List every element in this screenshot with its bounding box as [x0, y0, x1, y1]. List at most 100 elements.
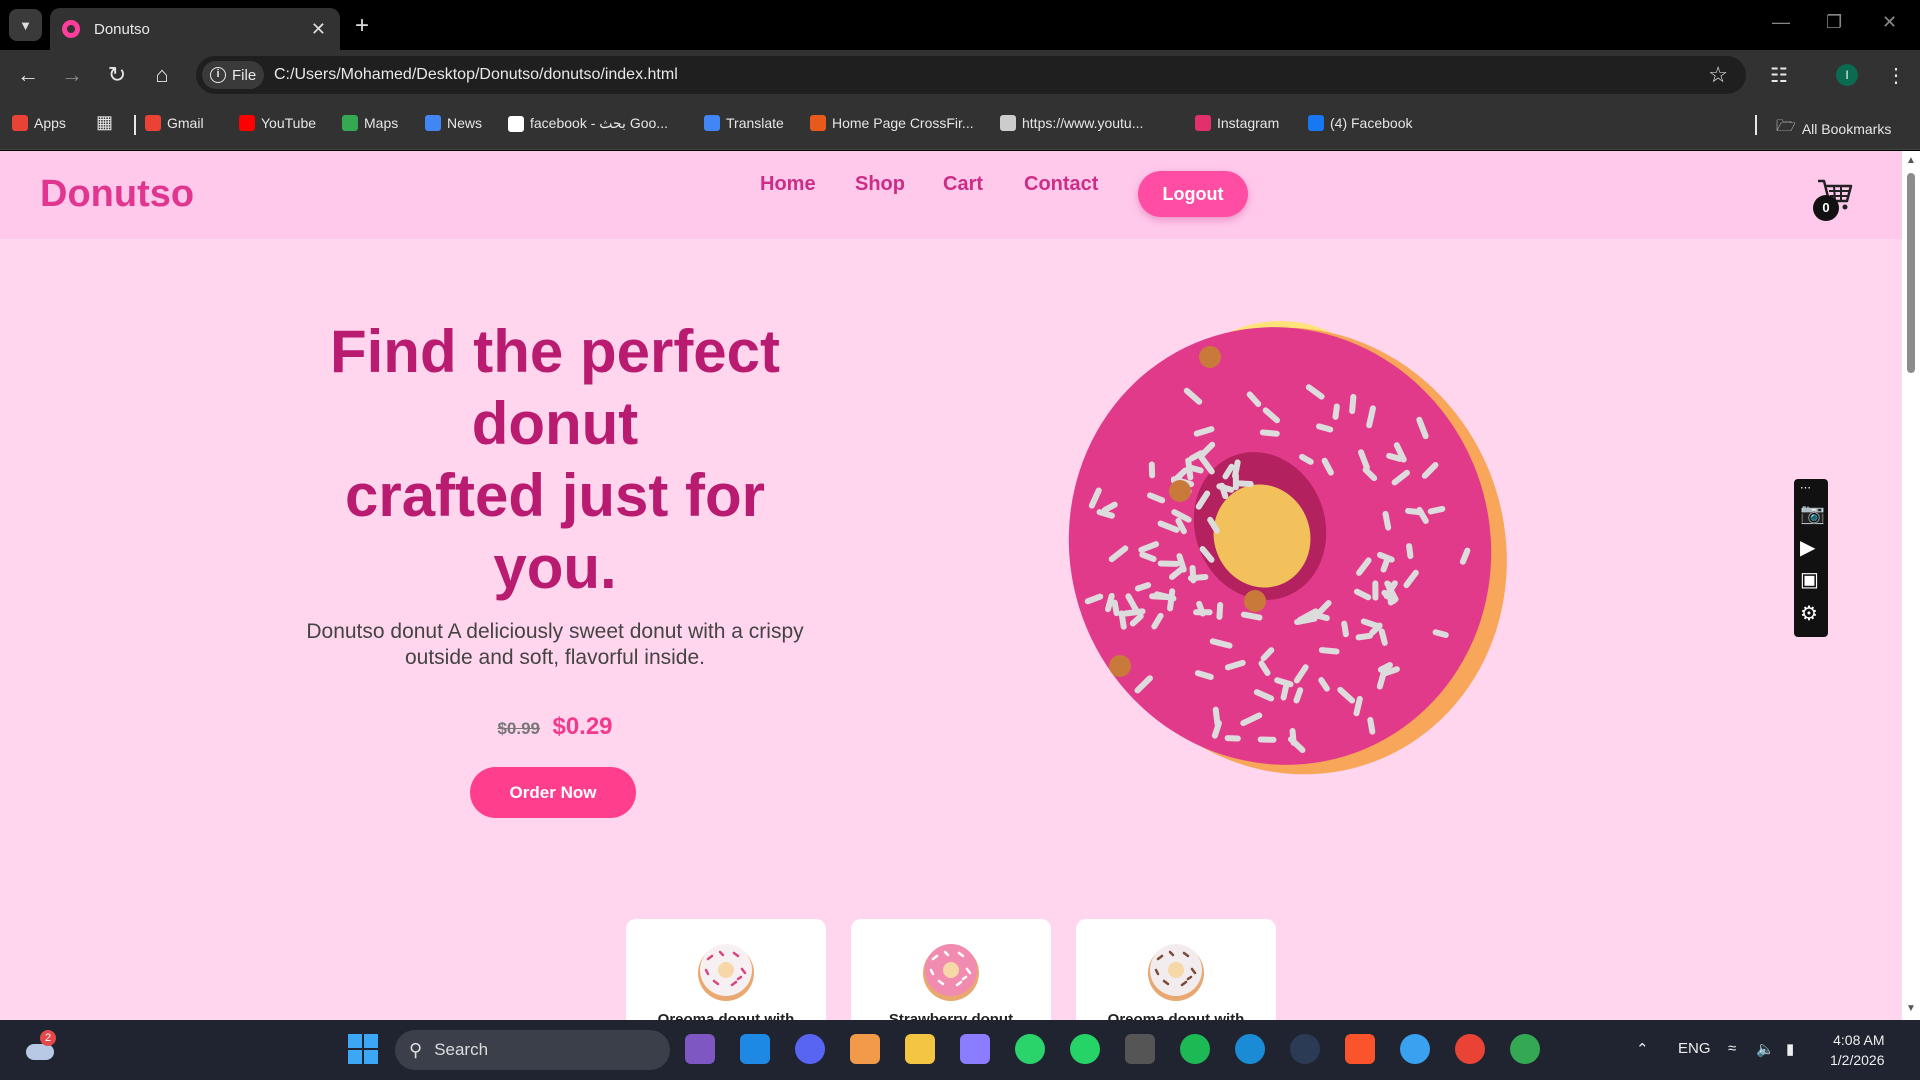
bookmark-item[interactable]: Apps: [12, 115, 66, 131]
more-options-icon[interactable]: ⋯: [1800, 481, 1811, 494]
windows-start-icon[interactable]: [348, 1034, 378, 1064]
minimize-icon[interactable]: —: [1772, 12, 1790, 33]
restore-icon[interactable]: ❐: [1826, 12, 1842, 33]
game-app-icon[interactable]: [1125, 1034, 1155, 1064]
vscode-icon[interactable]: [740, 1034, 770, 1064]
bookmark-item[interactable]: Maps: [342, 115, 398, 131]
spotify-icon[interactable]: [1180, 1034, 1210, 1064]
bookmark-item[interactable]: Gmail: [145, 115, 204, 131]
file-explorer-icon[interactable]: [905, 1034, 935, 1064]
language-indicator[interactable]: ENG: [1678, 1040, 1711, 1057]
bookmark-item[interactable]: Instagram: [1195, 115, 1279, 131]
home-icon[interactable]: ⌂: [148, 62, 176, 88]
bookmark-label: Apps: [34, 115, 66, 131]
bookmark-item[interactable]: YouTube: [239, 115, 316, 131]
sprinkle: [1459, 547, 1471, 565]
settings-gear-icon[interactable]: ⚙: [1800, 601, 1818, 626]
site-info-chip[interactable]: i File: [202, 61, 265, 89]
sprinkle: [1134, 582, 1152, 592]
back-icon[interactable]: ←: [14, 62, 42, 88]
menu-icon[interactable]: ⋮: [1886, 63, 1906, 88]
nav-contact[interactable]: Contact: [1024, 173, 1098, 196]
tab-groups-icon[interactable]: ▦: [96, 112, 113, 133]
product-card[interactable]: Strawberry donut: [851, 919, 1051, 1020]
sprinkle: [1386, 452, 1404, 462]
profile-avatar[interactable]: I: [1836, 64, 1858, 86]
bookmark-favicon-icon: [425, 115, 441, 131]
new-tab-icon[interactable]: +: [355, 12, 369, 40]
messenger-icon[interactable]: [1400, 1034, 1430, 1064]
nav-cart[interactable]: Cart: [943, 173, 983, 196]
site-header: Donutso Home Shop Cart Contact Logout 0: [0, 151, 1902, 239]
razer-icon[interactable]: [1015, 1034, 1045, 1064]
scroll-down-icon[interactable]: ▼: [1906, 1003, 1916, 1014]
close-window-icon[interactable]: ✕: [1882, 12, 1897, 33]
logout-button[interactable]: Logout: [1138, 171, 1248, 217]
video-camera-icon[interactable]: ▶: [1800, 535, 1815, 560]
hero-title-line: crafted just for: [344, 462, 766, 529]
battery-icon[interactable]: ▮: [1786, 1040, 1794, 1058]
chrome-profile-icon[interactable]: [1510, 1034, 1540, 1064]
bookmark-item[interactable]: Home Page CrossFir...: [810, 115, 974, 131]
sprinkle: [1189, 564, 1197, 584]
bookmarks-bar: Apps Gmail YouTube Maps News facebook - بحث G…: [0, 100, 1920, 150]
volume-icon[interactable]: 🔈: [1756, 1040, 1775, 1058]
scroll-thumb[interactable]: [1907, 173, 1915, 373]
bookmark-favicon-icon: [145, 115, 161, 131]
discord-icon[interactable]: [795, 1034, 825, 1064]
sprinkle: [1194, 670, 1214, 681]
weather-icon[interactable]: 2: [24, 1030, 58, 1064]
clock[interactable]: 4:08 AM 1/2/2026: [1830, 1030, 1885, 1070]
product-card[interactable]: Oreoma donut with: [1076, 919, 1276, 1020]
forward-icon[interactable]: →: [58, 62, 86, 88]
visual-studio-icon[interactable]: [685, 1034, 715, 1064]
edge-icon[interactable]: [1235, 1034, 1265, 1064]
bookmark-label: Translate: [726, 115, 784, 131]
bookmark-star-icon[interactable]: ☆: [1708, 62, 1728, 88]
bookmark-item[interactable]: facebook - بحث Goo...: [508, 115, 668, 132]
order-now-button[interactable]: Order Now: [470, 767, 636, 818]
bookmark-favicon-icon: [342, 115, 358, 131]
taskbar-search[interactable]: ⚲ Search: [395, 1030, 670, 1070]
hero-title-line: you.: [493, 534, 617, 601]
copilot-icon[interactable]: [850, 1034, 880, 1064]
wifi-icon[interactable]: ≈: [1728, 1040, 1736, 1057]
scroll-up-icon[interactable]: ▲: [1906, 155, 1916, 166]
chrome-icon[interactable]: [1455, 1034, 1485, 1064]
sprinkle: [1259, 429, 1280, 437]
brave-icon[interactable]: [1345, 1034, 1375, 1064]
all-bookmarks[interactable]: 🗁 All Bookmarks: [1776, 115, 1891, 142]
bookmark-label: (4) Facebook: [1330, 115, 1413, 131]
site-logo[interactable]: Donutso: [40, 173, 194, 216]
sprinkle: [1318, 647, 1340, 655]
camera-icon[interactable]: 📷: [1800, 501, 1825, 526]
page-scrollbar[interactable]: ▲ ▼: [1902, 151, 1920, 1020]
url-text[interactable]: C:/Users/Mohamed/Desktop/Donutso/donutso…: [274, 66, 678, 84]
product-card[interactable]: Oreoma donut with: [626, 919, 826, 1020]
wordpress-icon[interactable]: [1290, 1034, 1320, 1064]
bookmark-label: facebook - بحث Goo...: [530, 115, 668, 131]
sugar-ball: [1244, 590, 1266, 612]
reload-icon[interactable]: ↻: [103, 62, 131, 88]
bookmark-item[interactable]: (4) Facebook: [1308, 115, 1412, 131]
window-capture-icon[interactable]: ▣: [1800, 567, 1819, 592]
sprinkle: [1353, 695, 1363, 717]
address-bar[interactable]: i File C:/Users/Mohamed/Desktop/Donutso/…: [196, 56, 1746, 94]
active-tab[interactable]: Donutso ✕: [50, 8, 340, 50]
bookmark-item[interactable]: https://www.youtu...: [1000, 115, 1143, 131]
tab-search-button[interactable]: ▼: [9, 9, 42, 41]
windows-taskbar: 2 ⚲ Search ⌃ ENG ≈ 🔈 ▮ 4:08 AM 1/2/2026: [0, 1020, 1920, 1080]
tray-overflow-icon[interactable]: ⌃: [1636, 1040, 1649, 1058]
close-tab-icon[interactable]: ✕: [311, 19, 326, 40]
game-controller-icon[interactable]: [960, 1034, 990, 1064]
bookmark-item[interactable]: Translate: [704, 115, 784, 131]
sprinkle: [1280, 683, 1290, 701]
bookmark-item[interactable]: News: [425, 115, 482, 131]
page-viewport: Donutso Home Shop Cart Contact Logout 0 …: [0, 151, 1902, 1020]
whatsapp-icon[interactable]: [1070, 1034, 1100, 1064]
nav-shop[interactable]: Shop: [855, 173, 905, 196]
nav-home[interactable]: Home: [760, 173, 816, 196]
clock-time: 4:08 AM: [1833, 1032, 1885, 1048]
old-price: $0.99: [497, 719, 541, 738]
extensions-icon[interactable]: ☷: [1770, 63, 1788, 88]
